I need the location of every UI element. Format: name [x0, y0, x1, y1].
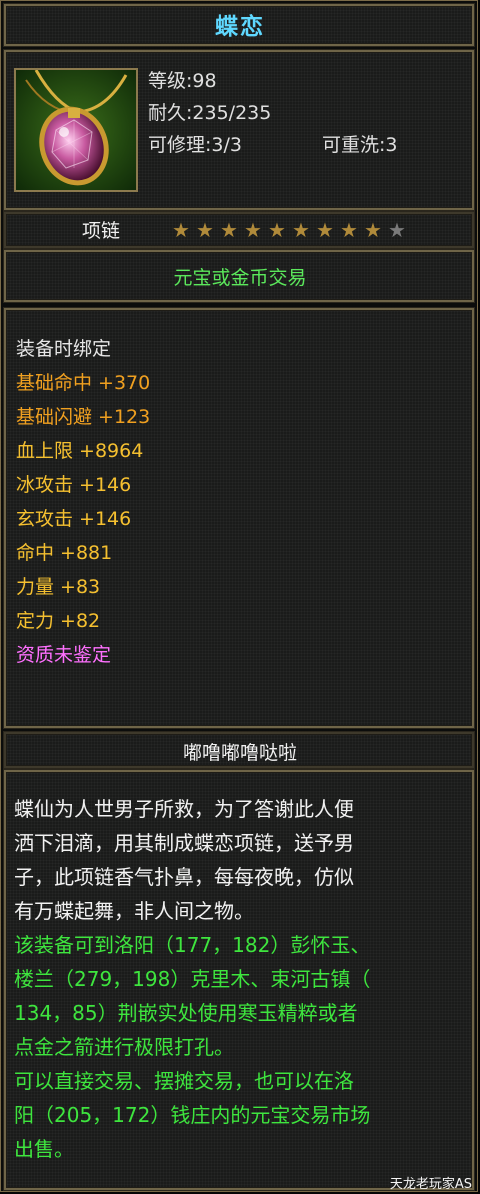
attr-strength: 力量 +83: [16, 576, 101, 598]
description-line: 点金之箭进行极限打孔。: [14, 1035, 234, 1059]
description-line: 阳（205，172）钱庄内的元宝交易市场: [14, 1103, 371, 1127]
description-line: 洒下泪滴，用其制成蝶恋项链，送予男: [14, 831, 354, 855]
star-icon: ★: [172, 218, 190, 242]
description-line: 楼兰（279，198）克里木、束河古镇（: [14, 967, 371, 991]
description-line: 子，此项链香气扑鼻，每每夜晚，仿似: [14, 865, 354, 889]
attr-quality: 资质未鉴定: [16, 644, 112, 666]
star-icon: ★: [340, 218, 358, 242]
description-line: 可以直接交易、摆摊交易，也可以在洛: [14, 1069, 354, 1093]
level-value: 等级:98: [148, 70, 217, 92]
star-icon: ★: [268, 218, 286, 242]
star-icon: ★: [292, 218, 310, 242]
description-line: 蝶仙为人世男子所救，为了答谢此人便: [14, 797, 354, 821]
star-rating: ★ ★ ★ ★ ★ ★ ★ ★ ★ ★: [170, 219, 408, 241]
description-title: 嘟噜嘟噜哒啦: [182, 742, 297, 764]
rewashable-value: 可重洗:3: [322, 134, 398, 156]
attr-hp: 血上限 +8964: [16, 440, 144, 462]
star-icon: ★: [244, 218, 262, 242]
description-line: 134，85）荆嵌实处使用寒玉精粹或者: [14, 1001, 358, 1025]
star-icon: ★: [388, 218, 406, 242]
star-icon: ★: [316, 218, 334, 242]
attr-hit: 命中 +881: [16, 542, 113, 564]
star-icon: ★: [364, 218, 382, 242]
watermark: 天龙老玩家AS: [389, 1177, 472, 1192]
pink-gem-pendant-icon: [14, 68, 138, 192]
trade-mode: 元宝或金币交易: [173, 267, 307, 289]
repairable-value: 可修理:3/3: [148, 134, 242, 156]
description-line: 出售。: [14, 1137, 74, 1161]
item-name: 蝶恋: [215, 14, 265, 40]
attr-focus: 定力 +82: [16, 610, 101, 632]
star-icon: ★: [220, 218, 238, 242]
item-type: 项链: [82, 220, 121, 242]
attr-hit-base: 基础命中 +370: [16, 372, 151, 394]
attr-mystic-attack: 玄攻击 +146: [16, 508, 132, 530]
durability-value: 耐久:235/235: [148, 102, 272, 124]
attr-ice-attack: 冰攻击 +146: [16, 474, 132, 496]
attr-dodge-base: 基础闪避 +123: [16, 406, 151, 428]
description-line: 有万蝶起舞，非人间之物。: [14, 899, 254, 923]
description-line: 该装备可到洛阳（177，182）彭怀玉、: [14, 933, 371, 957]
bind-status: 装备时绑定: [16, 338, 112, 360]
star-icon: ★: [196, 218, 214, 242]
